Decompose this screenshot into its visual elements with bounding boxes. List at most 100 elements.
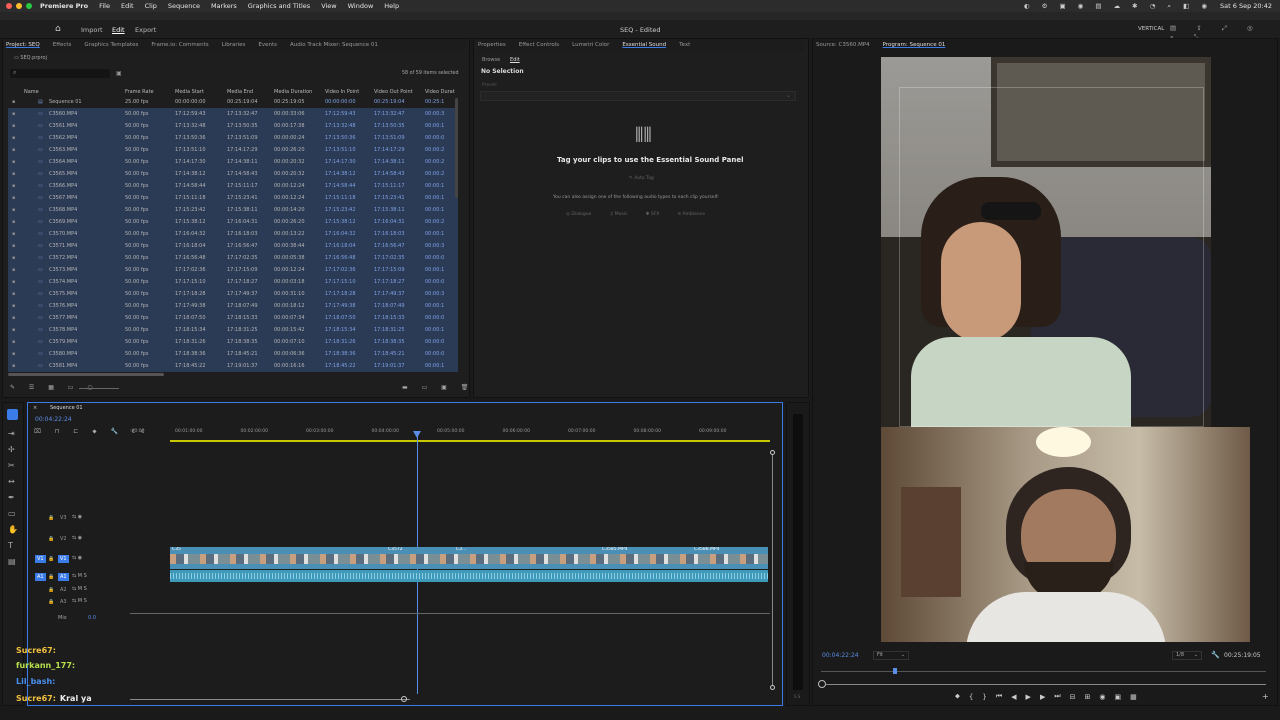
- ripple-edit-icon[interactable]: ✢: [8, 442, 18, 458]
- tab-essential-sound[interactable]: Essential Sound: [622, 42, 666, 48]
- track-visibility-icon[interactable]: ⇆ ◉: [72, 535, 82, 541]
- table-row[interactable]: ▭ ▪ C3578.MP4 50.00 fps 17:18:15:34 17:18:31:…: [8, 324, 458, 336]
- tab-source[interactable]: Source: C3560.MP4: [816, 42, 870, 48]
- meter-solo-label[interactable]: S S: [794, 694, 800, 699]
- table-row[interactable]: ▭ ▪ C3570.MP4 50.00 fps 17:16:04:32 17:16:18:…: [8, 228, 458, 240]
- tab-export[interactable]: Export: [135, 26, 156, 34]
- workspace-label[interactable]: VERTICAL: [1138, 26, 1164, 32]
- close-window-button[interactable]: [6, 3, 12, 9]
- table-row[interactable]: ▭ ▪ C3573.MP4 50.00 fps 17:17:02:36 17:17:15:…: [8, 264, 458, 276]
- play-icon[interactable]: ▶: [1026, 693, 1031, 701]
- table-row[interactable]: ▭ ▪ C3581.MP4 50.00 fps 17:18:45:22 17:19:01:…: [8, 360, 458, 372]
- label-color-icon[interactable]: ▪: [12, 219, 15, 225]
- comparison-icon[interactable]: ▣: [1115, 693, 1122, 701]
- table-row[interactable]: ▭ ▪ C3565.MP4 50.00 fps 17:14:38:12 17:14:58:…: [8, 168, 458, 180]
- project-search-input[interactable]: ⌕: [10, 69, 110, 78]
- tab-text[interactable]: Text: [679, 42, 690, 48]
- track-lock-icon[interactable]: 🔒: [48, 599, 54, 605]
- mark-out-icon[interactable]: }: [982, 693, 986, 701]
- label-color-icon[interactable]: ▪: [12, 255, 15, 261]
- label-color-icon[interactable]: ▪: [12, 267, 15, 273]
- col-video-in[interactable]: Video In Point: [325, 89, 359, 95]
- table-row[interactable]: ▭ ▪ C3561.MP4 50.00 fps 17:13:32:48 17:13:50:…: [8, 120, 458, 132]
- table-row[interactable]: ▭ ▪ C3560.MP4 50.00 fps 17:12:59:43 17:13:32:…: [8, 108, 458, 120]
- zoom-window-button[interactable]: [26, 3, 32, 9]
- table-row[interactable]: ▭ ▪ C3575.MP4 50.00 fps 17:17:18:28 17:17:49:…: [8, 288, 458, 300]
- go-to-out-icon[interactable]: ⏭: [1054, 692, 1060, 701]
- tab-graphics-templates[interactable]: Graphics Templates: [84, 42, 138, 48]
- track-label-v3[interactable]: V3: [58, 514, 69, 522]
- table-row[interactable]: ▭ ▪ C3563.MP4 50.00 fps 17:13:51:10 17:14:17:…: [8, 144, 458, 156]
- track-mute-solo[interactable]: ⇆ M S: [72, 573, 87, 579]
- minimize-window-button[interactable]: [16, 3, 22, 9]
- home-icon[interactable]: ⌂: [55, 24, 61, 34]
- step-forward-icon[interactable]: ▶: [1040, 693, 1045, 701]
- menu-graphics-titles[interactable]: Graphics and Titles: [248, 2, 310, 10]
- label-color-icon[interactable]: ▪: [12, 99, 15, 105]
- tab-audio-mixer[interactable]: Audio Track Mixer: Sequence 01: [290, 42, 378, 48]
- menu-file[interactable]: File: [99, 2, 110, 10]
- col-frame-rate[interactable]: Frame Rate: [125, 89, 154, 95]
- col-media-duration[interactable]: Media Duration: [274, 89, 312, 95]
- pen-icon[interactable]: ✒: [8, 490, 18, 506]
- track-mute-solo[interactable]: ⇆ M S: [72, 586, 87, 592]
- tab-import[interactable]: Import: [81, 26, 103, 34]
- label-color-icon[interactable]: ▪: [12, 327, 15, 333]
- multicam-icon[interactable]: ▦: [1130, 693, 1137, 701]
- project-hscrollbar[interactable]: [8, 373, 164, 376]
- table-row[interactable]: ▭ ▪ C3567.MP4 50.00 fps 17:15:11:18 17:15:23:…: [8, 192, 458, 204]
- selection-tool[interactable]: [7, 409, 18, 420]
- subtab-browse[interactable]: Browse: [482, 57, 500, 63]
- track-visibility-icon[interactable]: ⇆ ◉: [72, 555, 82, 561]
- table-row[interactable]: ▭ ▪ C3568.MP4 50.00 fps 17:15:23:42 17:15:38:…: [8, 204, 458, 216]
- label-color-icon[interactable]: ▪: [12, 315, 15, 321]
- track-mute-solo[interactable]: ⇆ M S: [72, 598, 87, 604]
- source-patch-a1[interactable]: A1: [35, 573, 46, 581]
- hscroll-handle[interactable]: [401, 696, 407, 702]
- step-back-icon[interactable]: ◀: [1011, 693, 1016, 701]
- menu-sequence[interactable]: Sequence: [168, 2, 200, 10]
- track-label-v2[interactable]: V2: [58, 535, 69, 543]
- col-media-start[interactable]: Media Start: [175, 89, 204, 95]
- dialogue-button[interactable]: ◎ Dialogue: [566, 212, 591, 217]
- table-row[interactable]: ▤ ▪ Sequence 01 25.00 fps 00:00:00:00 00:25:1…: [8, 96, 458, 108]
- export-frame-icon[interactable]: ◉: [1099, 693, 1105, 701]
- col-video-duration[interactable]: Video Durat: [425, 89, 455, 95]
- tab-edit[interactable]: Edit: [112, 26, 125, 34]
- menu-edit[interactable]: Edit: [121, 2, 134, 10]
- music-button[interactable]: ♫ Music: [609, 212, 627, 217]
- timeline-hscrollbar[interactable]: [130, 699, 410, 700]
- track-lock-icon[interactable]: 🔒: [48, 556, 54, 562]
- table-row[interactable]: ▭ ▪ C3580.MP4 50.00 fps 17:18:38:36 17:18:45:…: [8, 348, 458, 360]
- program-video-frame[interactable]: [881, 57, 1211, 427]
- table-row[interactable]: ▭ ▪ C3566.MP4 50.00 fps 17:14:58:44 17:15:11:…: [8, 180, 458, 192]
- go-to-in-icon[interactable]: ⏮: [996, 692, 1002, 701]
- track-lock-icon[interactable]: 🔒: [48, 574, 54, 580]
- subtab-edit[interactable]: Edit: [510, 57, 520, 63]
- vertical-scroll-bottom[interactable]: [770, 685, 775, 690]
- col-name[interactable]: Name: [24, 89, 39, 95]
- tab-project[interactable]: Project: SEQ: [6, 42, 40, 48]
- program-timecode[interactable]: 00:04:22:24: [822, 652, 859, 659]
- caption-icon[interactable]: ▤: [8, 554, 18, 570]
- table-row[interactable]: ▭ ▪ C3574.MP4 50.00 fps 17:17:15:10 17:17:18:…: [8, 276, 458, 288]
- label-color-icon[interactable]: ▪: [12, 135, 15, 141]
- menu-premiere-pro[interactable]: Premiere Pro: [40, 2, 88, 10]
- tab-properties[interactable]: Properties: [478, 42, 506, 48]
- program-video-pip[interactable]: [881, 427, 1250, 642]
- col-media-end[interactable]: Media End: [227, 89, 253, 95]
- label-color-icon[interactable]: ▪: [12, 159, 15, 165]
- chat-username[interactable]: furkann_177:: [16, 661, 75, 670]
- tab-effects[interactable]: Effects: [53, 42, 72, 48]
- label-color-icon[interactable]: ▪: [12, 303, 15, 309]
- label-color-icon[interactable]: ▪: [12, 339, 15, 345]
- track-label-a3[interactable]: A3: [58, 598, 69, 606]
- label-color-icon[interactable]: ▪: [12, 291, 15, 297]
- fit-dropdown[interactable]: Fit ⌄: [873, 651, 909, 660]
- label-color-icon[interactable]: ▪: [12, 279, 15, 285]
- insert-icon[interactable]: ⊟: [1070, 693, 1076, 701]
- chat-username[interactable]: Sucre67:: [16, 646, 56, 655]
- menu-help[interactable]: Help: [384, 2, 399, 10]
- source-patch-v1[interactable]: V1: [35, 555, 46, 563]
- tab-program[interactable]: Program: Sequence 01: [883, 42, 946, 48]
